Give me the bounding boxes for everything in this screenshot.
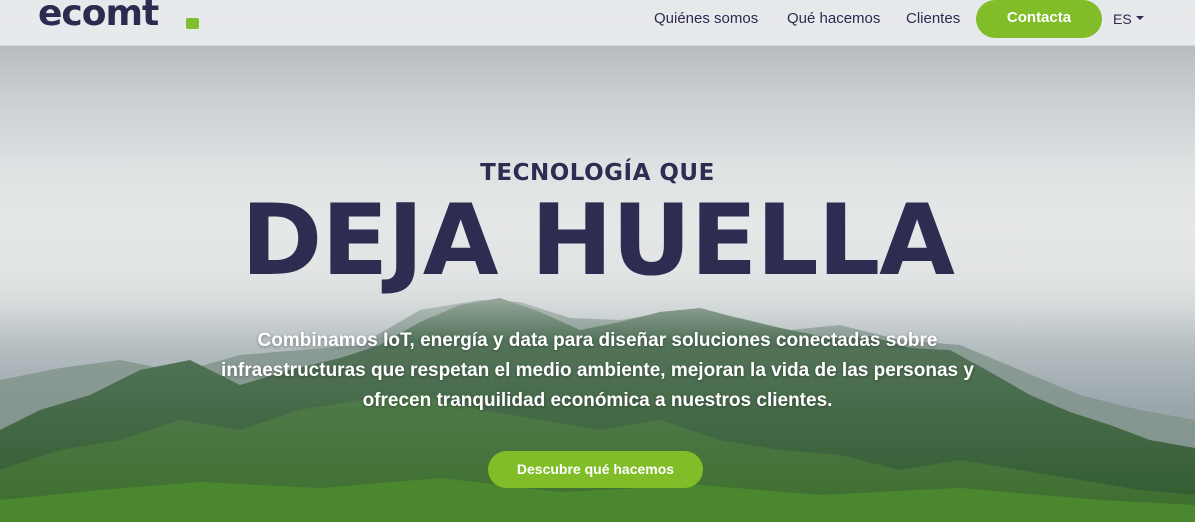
hero-subtitle-line: Combinamos IoT, energía y data para dise… [257,330,938,351]
logo-accent-dot [186,18,199,29]
language-selector[interactable]: ES [1113,9,1144,29]
hero-headline: DEJA HUELLA [241,184,955,298]
top-navbar: ecomt Quiénes somos Qué hacemos Clientes… [0,0,1195,46]
nav-link-quienes-somos[interactable]: Quiénes somos [654,9,758,29]
hero-subtitle-line: ofrecen tranquilidad económica a nuestro… [362,390,833,411]
discover-button[interactable]: Descubre qué hacemos [488,451,703,488]
language-label: ES [1113,11,1132,27]
hero-subtitle: Combinamos IoT, energía y data para dise… [140,326,1055,416]
hero-eyebrow: TECNOLOGÍA QUE [480,160,715,186]
nav-link-clientes[interactable]: Clientes [906,9,960,29]
ecomt-logo[interactable]: ecomt [38,0,159,36]
contact-button[interactable]: Contacta [976,0,1102,38]
nav-link-que-hacemos[interactable]: Qué hacemos [787,9,880,29]
chevron-down-icon [1135,16,1144,21]
hero-subtitle-line: infraestructuras que respetan el medio a… [221,360,974,381]
